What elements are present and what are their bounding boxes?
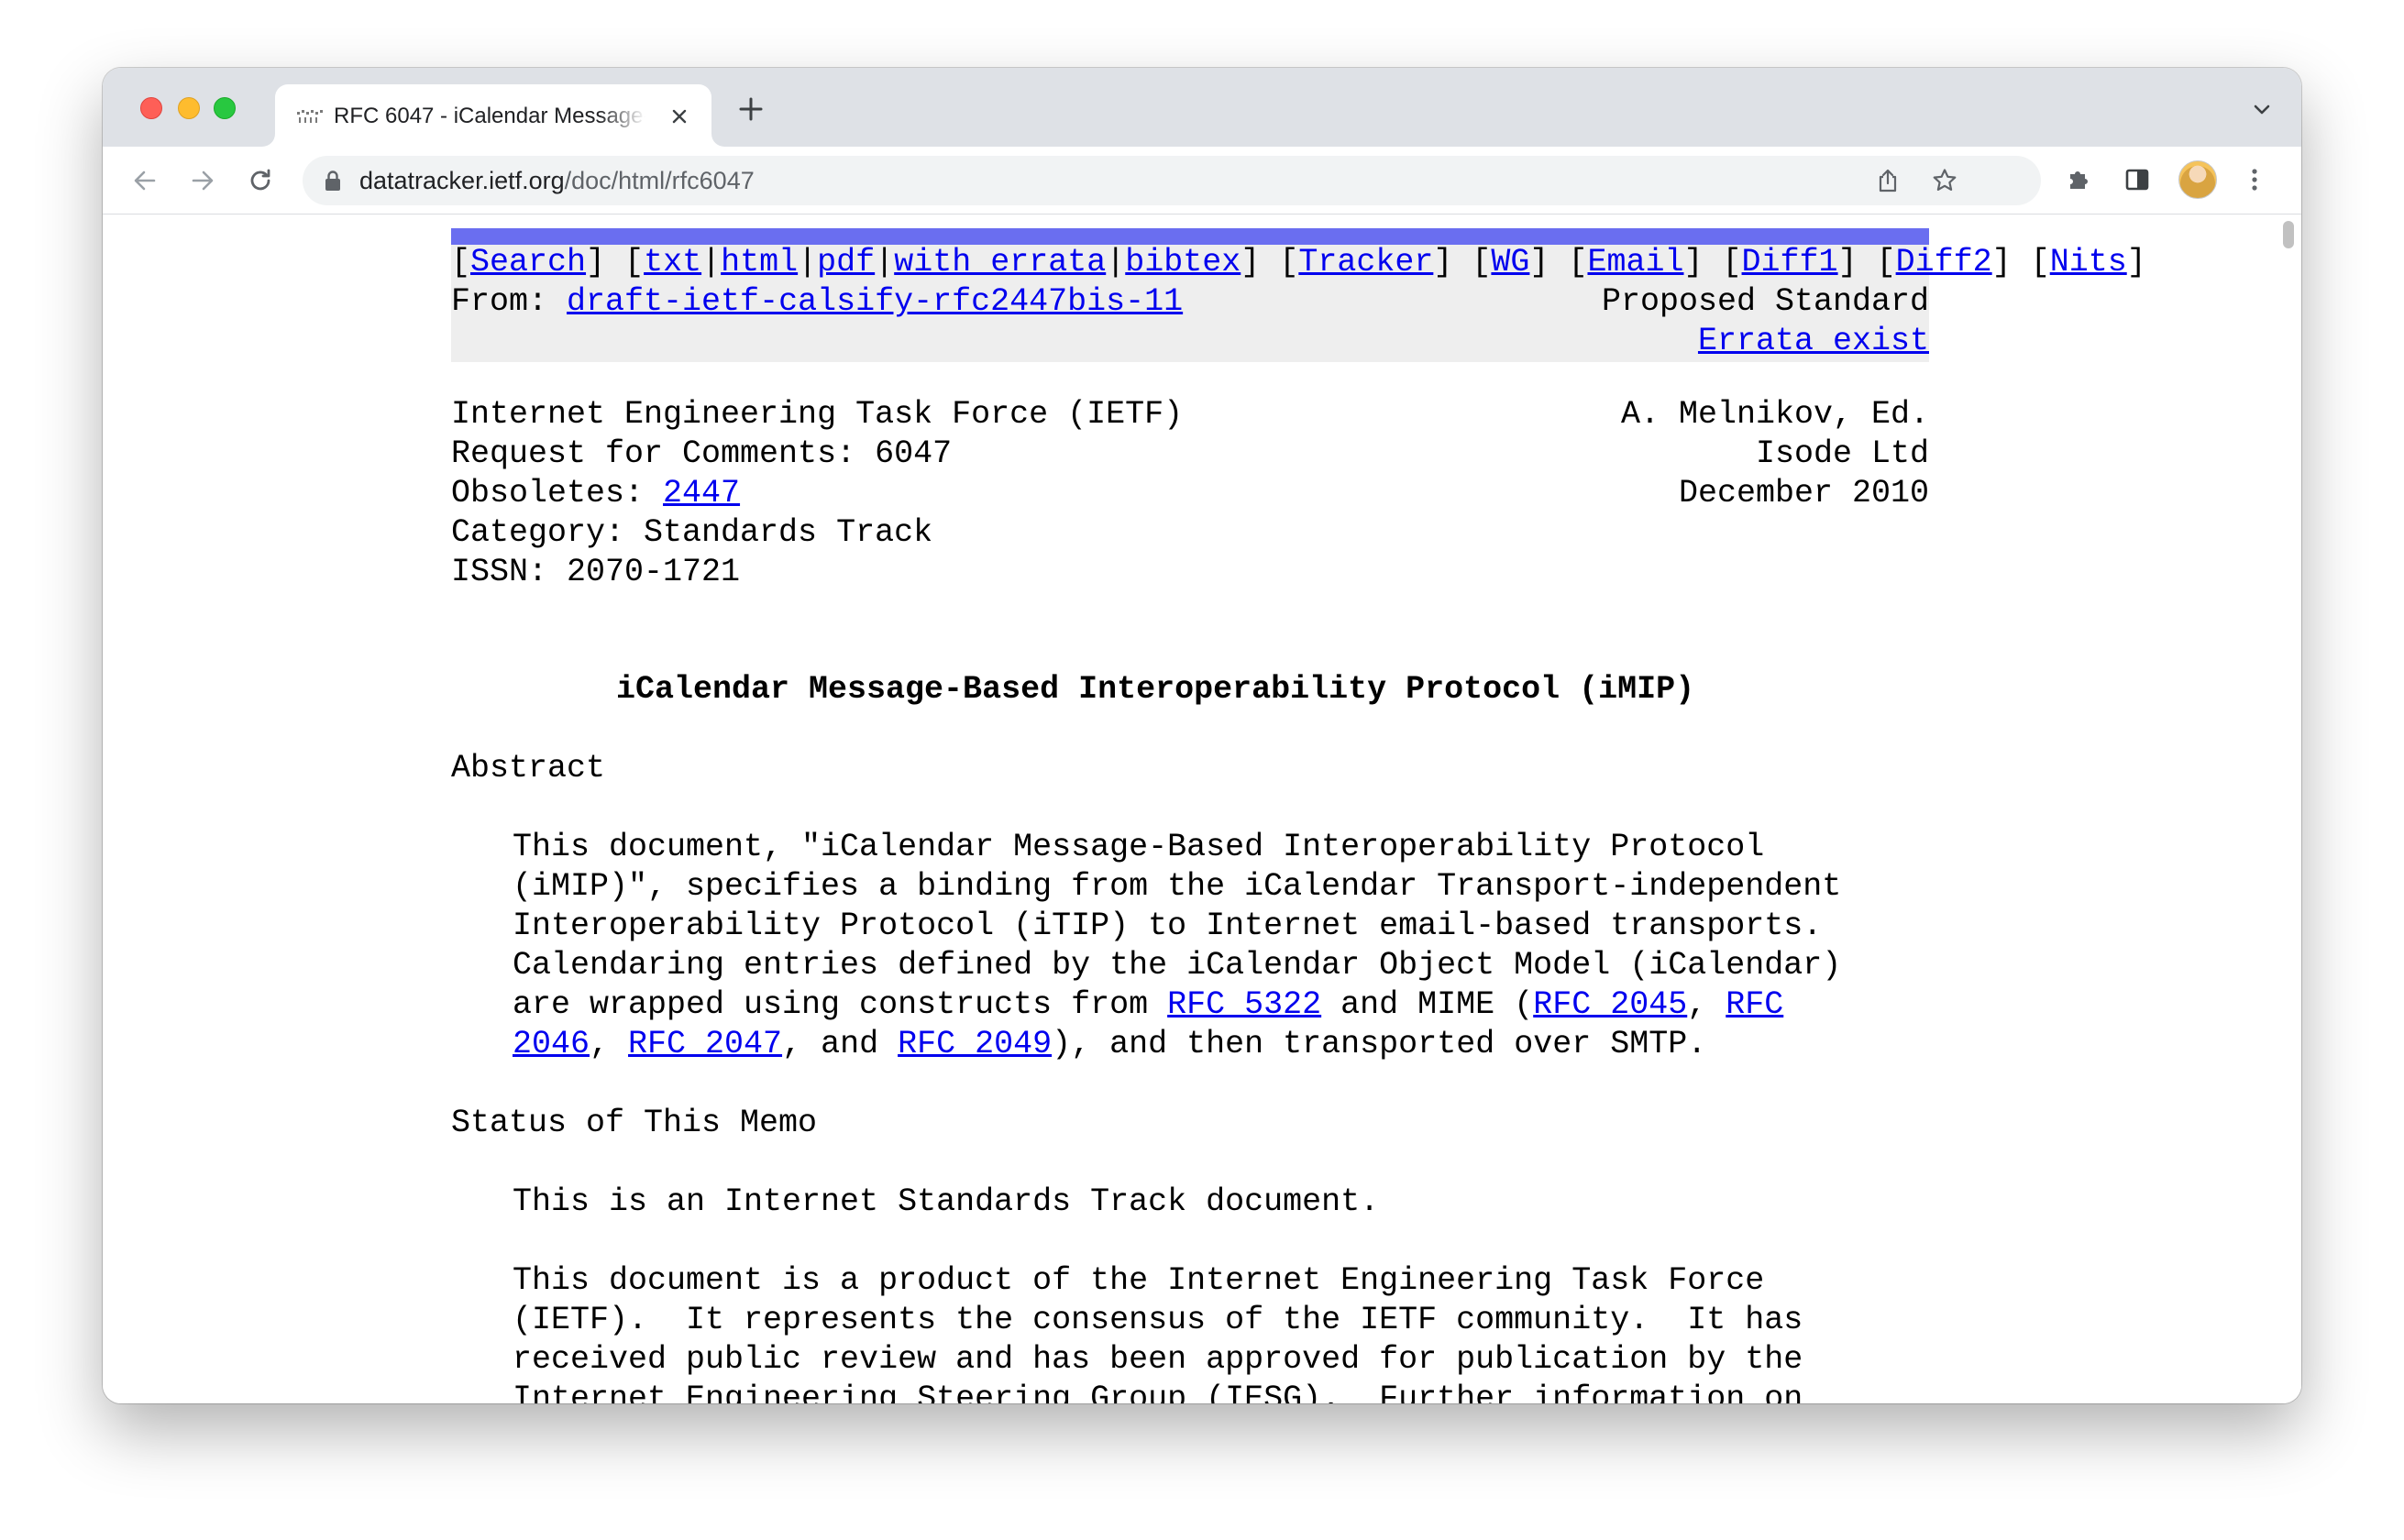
chevron-down-icon[interactable] [2250,97,2274,121]
rfc2047-link[interactable]: RFC 2047 [628,1026,782,1062]
txt-link[interactable]: txt [644,244,701,280]
status-paragraph-2-line-4: Internet Engineering Steering Group (IES… [513,1380,1803,1403]
rfc2049-link[interactable]: RFC 2049 [898,1026,1052,1062]
abstract-line-1: This document, "iCalendar Message-Based … [513,829,1765,865]
with-errata-link[interactable]: with errata [894,244,1106,280]
company-line: Isode Ltd [1755,435,1929,472]
profile-avatar[interactable] [2178,160,2217,199]
rfc2046-link-part2[interactable]: 2046 [513,1026,590,1062]
maximize-window-button[interactable] [214,97,236,119]
ietf-favicon-icon [297,110,323,123]
kebab-menu-icon[interactable] [2239,164,2270,195]
close-icon[interactable] [667,104,691,128]
rfc-number-line: Request for Comments: 6047 [451,435,953,472]
status-memo-heading: Status of This Memo [451,1105,818,1141]
scrollbar-thumb[interactable] [2283,221,2294,248]
browser-window: RFC 6047 - iCalendar Message-Based Inter… [103,68,2301,1403]
from-line: From: draft-ietf-calsify-rfc2447bis-11 [451,283,1184,320]
abstract-line-6: 2046, RFC 2047, and RFC 2049), and then … [513,1026,1707,1062]
status-paragraph-2-line-2: (IETF). It represents the consensus of t… [513,1302,1803,1338]
abstract-heading: Abstract [451,750,606,786]
tab-title: RFC 6047 - iCalendar Message-Based Inter… [334,104,645,128]
rfc2045-link[interactable]: RFC 2045 [1533,986,1687,1023]
rfc5322-link[interactable]: RFC 5322 [1167,986,1321,1023]
author-line: A. Melnikov, Ed. [1620,396,1929,433]
forward-arrow-icon[interactable] [186,164,219,197]
close-window-button[interactable] [140,97,162,119]
reload-icon[interactable] [244,164,277,197]
abstract-line-2: (iMIP)", specifies a binding from the iC… [513,868,1842,905]
share-icon[interactable] [1874,167,1902,194]
errata-link[interactable]: Errata exist [1698,323,1929,359]
obsoletes-line: Obsoletes: 2447 [451,475,741,512]
bibtex-link[interactable]: bibtex [1125,244,1241,280]
diff1-link[interactable]: Diff1 [1742,244,1838,280]
diff2-link[interactable]: Diff2 [1896,244,1992,280]
tab-strip: RFC 6047 - iCalendar Message-Based Inter… [103,68,2301,147]
nits-link[interactable]: Nits [2050,244,2127,280]
page-content[interactable]: [Search] [txt|html|pdf|with errata|bibte… [103,215,2301,1403]
status-paragraph-1: This is an Internet Standards Track docu… [513,1183,1380,1220]
issn-line: ISSN: 2070-1721 [451,554,741,590]
toolbar: datatracker.ietf.org/doc/html/rfc6047 [103,147,2301,214]
abstract-line-4: Calendaring entries defined by the iCale… [513,947,1842,984]
errata-line: Errata exist [1698,322,1929,361]
abstract-line-3: Interoperability Protocol (iTIP) to Inte… [513,908,1823,944]
nav-links-line: [Search] [txt|html|pdf|with errata|bibte… [451,244,2146,280]
vertical-scrollbar[interactable] [2274,215,2301,1403]
draft-link[interactable]: draft-ietf-calsify-rfc2447bis-11 [567,283,1183,320]
status-paragraph-2-line-3: received public review and has been appr… [513,1341,1803,1378]
plus-icon[interactable] [735,94,766,125]
date-line: December 2010 [1678,475,1929,512]
rfc2447-link[interactable]: 2447 [663,475,740,512]
email-link[interactable]: Email [1587,244,1683,280]
back-arrow-icon[interactable] [128,164,161,197]
html-link[interactable]: html [721,244,798,280]
search-link[interactable]: Search [470,244,586,280]
address-bar[interactable]: datatracker.ietf.org/doc/html/rfc6047 [303,156,2041,205]
url-text[interactable]: datatracker.ietf.org/doc/html/rfc6047 [359,156,755,205]
document-title: iCalendar Message-Based Interoperability… [616,671,1695,708]
tracker-link[interactable]: Tracker [1298,244,1433,280]
status-paragraph-2-line-1: This document is a product of the Intern… [513,1262,1765,1299]
pdf-link[interactable]: pdf [817,244,875,280]
rfc-document: [Search] [txt|html|pdf|with errata|bibte… [451,215,2146,1403]
wg-link[interactable]: WG [1491,244,1529,280]
abstract-line-5: are wrapped using constructs from RFC 53… [513,986,1784,1023]
lock-icon[interactable] [323,170,343,192]
org-line: Internet Engineering Task Force (IETF) [451,396,1184,433]
active-tab[interactable]: RFC 6047 - iCalendar Message-Based Inter… [275,84,711,147]
status-text: Proposed Standard [1601,283,1929,320]
rfc2046-link-part1[interactable]: RFC [1726,986,1783,1023]
puzzle-icon[interactable] [2063,164,2094,195]
category-line: Category: Standards Track [451,514,933,551]
star-icon[interactable] [1931,167,1958,194]
minimize-window-button[interactable] [178,97,200,119]
side-panel-icon[interactable] [2122,164,2153,195]
